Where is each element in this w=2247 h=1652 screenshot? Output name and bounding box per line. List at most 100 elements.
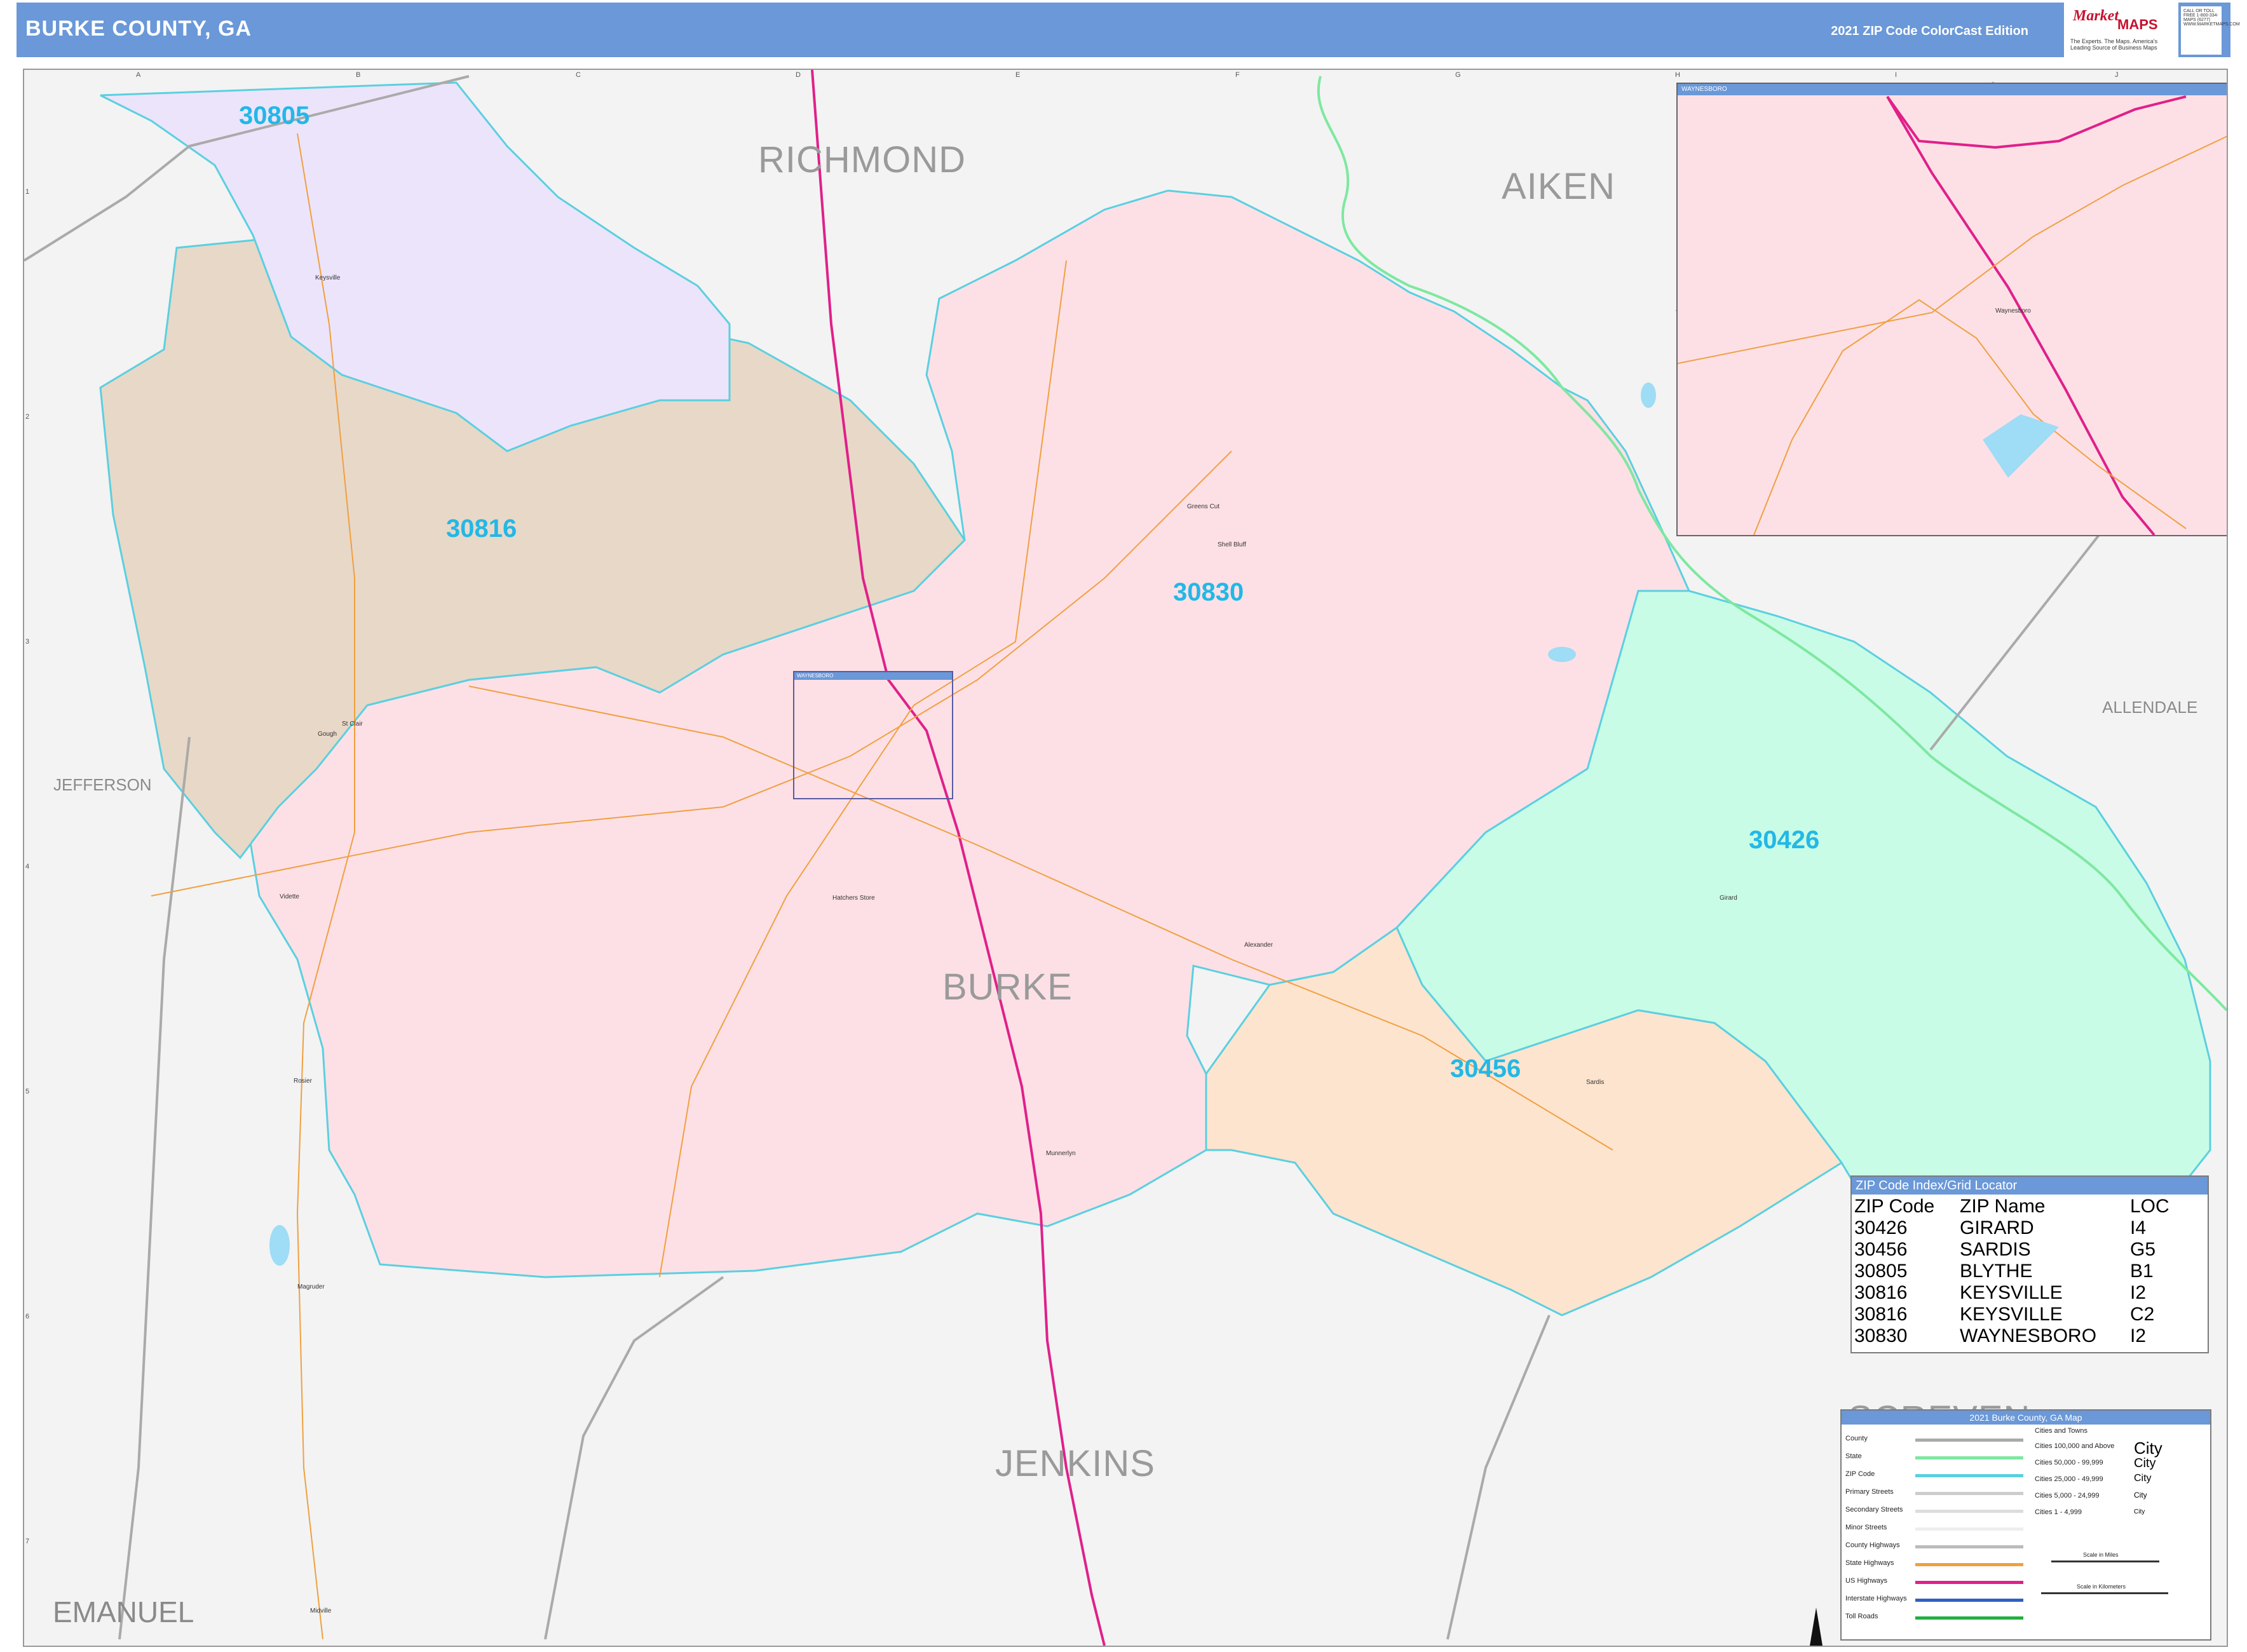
legend-city-tier: Cities 50,000 - 99,999 xyxy=(2035,1459,2103,1466)
county-label-emanuel: EMANUEL xyxy=(53,1595,194,1628)
zip-label-30805: 30805 xyxy=(239,102,310,130)
map-title: BURKE COUNTY, GA xyxy=(25,17,252,41)
logo-brand: Market xyxy=(2073,8,2119,24)
legend-item: US Highways xyxy=(1845,1577,1888,1585)
inset-locator-box[interactable]: WAYNESBORO xyxy=(793,671,953,799)
logo-tagline: The Experts. The Maps. America's Leading… xyxy=(2070,38,2158,51)
zip-index-cell: 30805 xyxy=(1854,1261,1908,1282)
lake xyxy=(1641,383,1656,408)
edition-label: 2021 ZIP Code ColorCast Edition xyxy=(1831,24,2028,38)
legend-swatch-county-hwy xyxy=(1915,1545,2023,1548)
zip-index-cell: C2 xyxy=(2130,1304,2155,1325)
town-shell-bluff: Shell Bluff xyxy=(1218,541,1246,548)
legend-item: ZIP Code xyxy=(1845,1470,1875,1478)
legend-item: State xyxy=(1845,1452,1862,1460)
legend-city-sample: City xyxy=(2134,1456,2156,1470)
zip-index-cell: BLYTHE xyxy=(1960,1261,2033,1282)
zip-index-cell: I4 xyxy=(2130,1217,2147,1238)
zip-label-30816: 30816 xyxy=(446,515,517,543)
county-label-aiken: AIKEN xyxy=(1502,166,1616,207)
legend-cities-title: Cities and Towns xyxy=(2035,1427,2087,1435)
zip-index-cell: I2 xyxy=(2130,1325,2147,1346)
county-label-richmond: RICHMOND xyxy=(758,139,966,180)
county-label-jenkins: JENKINS xyxy=(995,1443,1155,1484)
town-vidette: Vidette xyxy=(280,893,299,900)
legend-swatch-secondary xyxy=(1915,1510,2023,1513)
town-rosier: Rosier xyxy=(294,1078,312,1085)
contact-info: CALL OR TOLL FREE 1-800-334-MAPS (6277) … xyxy=(2181,6,2240,55)
legend-city-sample: City xyxy=(2134,1491,2147,1500)
county-border xyxy=(544,1276,724,1640)
legend-title: 2021 Burke County, GA Map xyxy=(1842,1411,2210,1425)
legend-swatch-us-hwy xyxy=(1915,1581,2023,1584)
town-keysville: Keysville xyxy=(315,274,341,281)
scale-km-label: Scale in Kilometers xyxy=(2077,1583,2126,1590)
county-label-jefferson: JEFFERSON xyxy=(53,775,152,794)
scale-miles-bar xyxy=(2051,1561,2159,1562)
inset-town-waynesboro: Waynesboro xyxy=(1995,308,2031,315)
zip-index-cell: B1 xyxy=(2130,1261,2154,1282)
county-label-burke: BURKE xyxy=(942,966,1073,1008)
legend-swatch-state xyxy=(1915,1456,2023,1459)
legend-swatch-zip xyxy=(1915,1474,2023,1477)
zip-index-row: 30426 GIRARD I4 xyxy=(1854,1217,2173,1239)
zip-index-table: ZIP Code ZIP Name LOC 30426 GIRARD I4 3045… xyxy=(1854,1196,2173,1347)
legend-swatch-minor xyxy=(1915,1527,2023,1531)
zip-index-cell: KEYSVILLE xyxy=(1960,1282,2063,1303)
legend-item: State Highways xyxy=(1845,1559,1894,1567)
legend-item: Interstate Highways xyxy=(1845,1595,1907,1602)
inset-lake xyxy=(1983,414,2059,478)
zip-index-cell: WAYNESBORO xyxy=(1960,1325,2097,1346)
inset-us-highway xyxy=(1886,95,2155,535)
legend-swatch-state-hwy xyxy=(1915,1563,2023,1566)
scale-km-bar xyxy=(2041,1592,2168,1594)
town-gough: Gough xyxy=(318,731,337,738)
zip-index-header: ZIP Code xyxy=(1854,1196,1935,1217)
locator-label: WAYNESBORO xyxy=(794,672,952,680)
zip-index-row: 30830 WAYNESBORO I2 xyxy=(1854,1325,2173,1347)
zip-label-30426: 30426 xyxy=(1749,826,1820,854)
waynesboro-inset-map[interactable]: WAYNESBORO Waynesboro xyxy=(1676,83,2227,536)
inset-title: WAYNESBORO xyxy=(1678,84,2227,95)
zip-index-cell: 30816 xyxy=(1854,1282,1908,1303)
market-maps-logo: Market MAPS The Experts. The Maps. Ameri… xyxy=(2064,3,2178,57)
legend-item: Secondary Streets xyxy=(1845,1506,1903,1513)
legend-city-tier: Cities 100,000 and Above xyxy=(2035,1442,2115,1450)
zip-index-cell: 30830 xyxy=(1854,1325,1908,1346)
legend-city-tier: Cities 25,000 - 49,999 xyxy=(2035,1475,2103,1483)
zip-index-row: 30456 SARDIS G5 xyxy=(1854,1239,2173,1261)
zip-index-header-row: ZIP Code ZIP Name LOC xyxy=(1854,1196,2173,1217)
zip-index-cell: GIRARD xyxy=(1960,1217,2034,1238)
legend-swatch-county xyxy=(1915,1439,2023,1442)
legend-city-sample: City xyxy=(2134,1508,2145,1515)
zip-index-cell: G5 xyxy=(2130,1239,2156,1260)
inset-state-highway xyxy=(1678,135,2227,364)
town-st-clair: St Clair xyxy=(342,721,363,728)
zip-label-30456: 30456 xyxy=(1450,1055,1521,1083)
legend-city-sample: City xyxy=(2134,1473,2152,1484)
inset-us-highway xyxy=(1886,95,2187,149)
legend-swatch-interstate xyxy=(1915,1599,2023,1602)
lake xyxy=(1548,647,1576,662)
town-midville: Midville xyxy=(310,1608,332,1615)
legend-city-tier: Cities 1 - 4,999 xyxy=(2035,1508,2082,1516)
legend-item: County Highways xyxy=(1845,1541,1900,1549)
legend-city-sample: City xyxy=(2134,1439,2162,1458)
zip-index-header: LOC xyxy=(2130,1196,2169,1217)
town-hatchers-store: Hatchers Store xyxy=(832,895,875,902)
town-alexander: Alexander xyxy=(1244,942,1273,949)
legend-item: Minor Streets xyxy=(1845,1524,1887,1531)
legend-item: County xyxy=(1845,1435,1868,1442)
town-munnerlyn: Munnerlyn xyxy=(1046,1150,1076,1157)
lake xyxy=(269,1225,290,1266)
town-girard: Girard xyxy=(1720,895,1737,902)
map-header: BURKE COUNTY, GA 2021 ZIP Code ColorCast… xyxy=(17,3,2240,57)
legend-item: Toll Roads xyxy=(1845,1613,1878,1620)
town-greens-cut: Greens Cut xyxy=(1187,503,1220,510)
zip-index-cell: 30426 xyxy=(1854,1217,1908,1238)
zip-index-panel: ZIP Code Index/Grid Locator ZIP Code ZIP… xyxy=(1850,1175,2209,1353)
zip-index-cell: I2 xyxy=(2130,1282,2147,1303)
inset-roads xyxy=(1678,95,2227,535)
zip-index-row: 30805 BLYTHE B1 xyxy=(1854,1261,2173,1282)
scale-miles-label: Scale in Miles xyxy=(2083,1552,2119,1558)
